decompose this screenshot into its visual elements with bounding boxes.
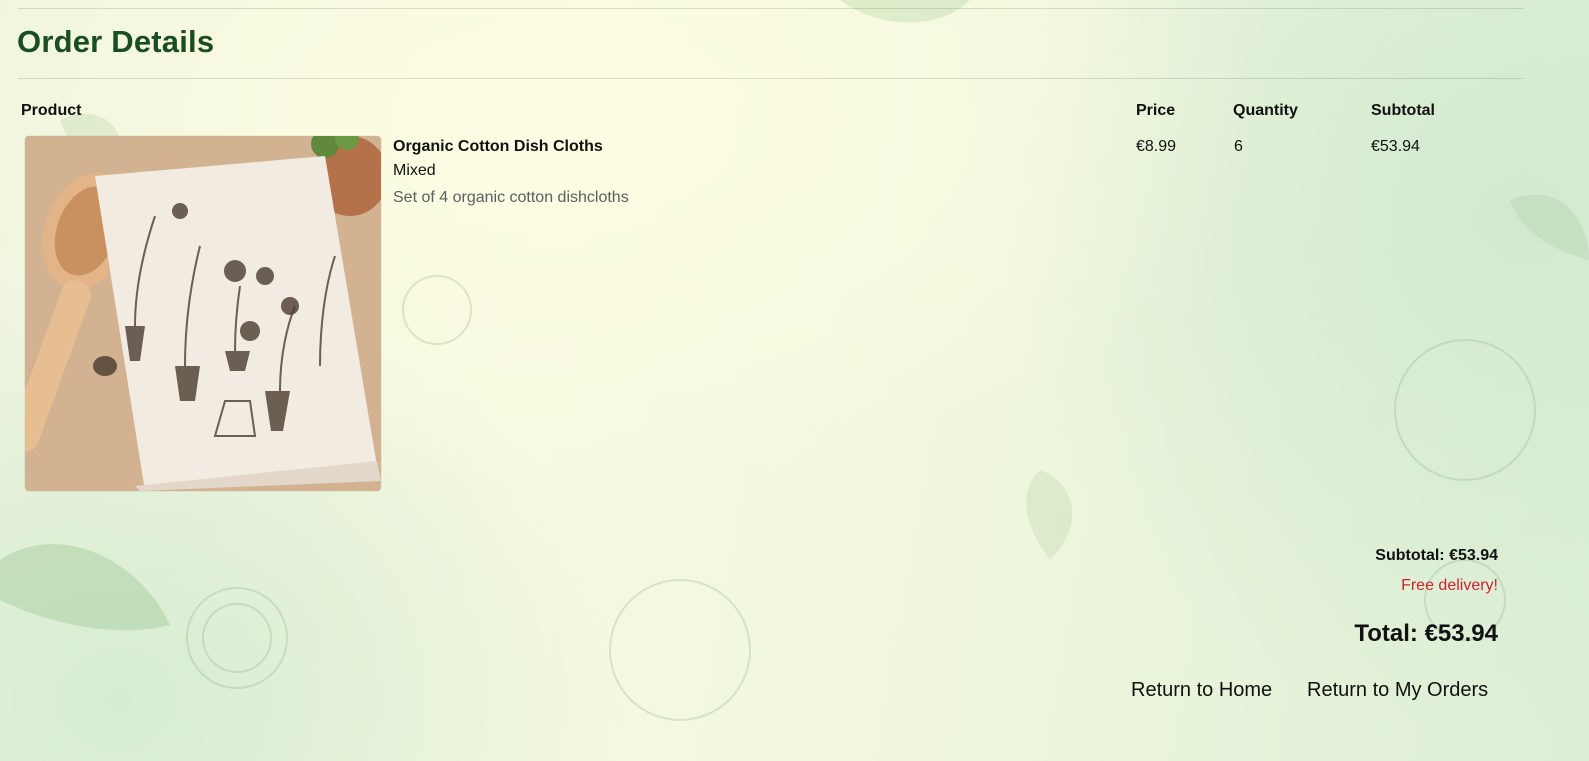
column-header-product: Product bbox=[21, 102, 82, 119]
product-subtotal: €53.94 bbox=[1371, 138, 1420, 155]
product-variant: Mixed bbox=[393, 162, 436, 179]
summary-subtotal: Subtotal: €53.94 bbox=[1375, 547, 1498, 564]
delivery-notice: Free delivery! bbox=[1401, 577, 1498, 594]
return-home-button[interactable]: Return to Home bbox=[1131, 679, 1272, 702]
product-description: Set of 4 organic cotton dishcloths bbox=[393, 189, 629, 206]
order-total: Total: €53.94 bbox=[1354, 620, 1498, 647]
title-divider bbox=[18, 78, 1523, 79]
product-image bbox=[25, 136, 381, 491]
product-name[interactable]: Organic Cotton Dish Cloths bbox=[393, 138, 603, 156]
column-header-subtotal: Subtotal bbox=[1371, 102, 1435, 119]
product-price: €8.99 bbox=[1136, 138, 1177, 155]
top-divider bbox=[18, 8, 1523, 9]
column-header-price: Price bbox=[1136, 102, 1176, 119]
return-my-orders-button[interactable]: Return to My Orders bbox=[1307, 679, 1488, 702]
dish-cloth-illustration bbox=[25, 136, 381, 491]
column-header-quantity: Quantity bbox=[1233, 102, 1298, 119]
page-title: Order Details bbox=[17, 24, 215, 59]
product-quantity: 6 bbox=[1234, 138, 1243, 155]
